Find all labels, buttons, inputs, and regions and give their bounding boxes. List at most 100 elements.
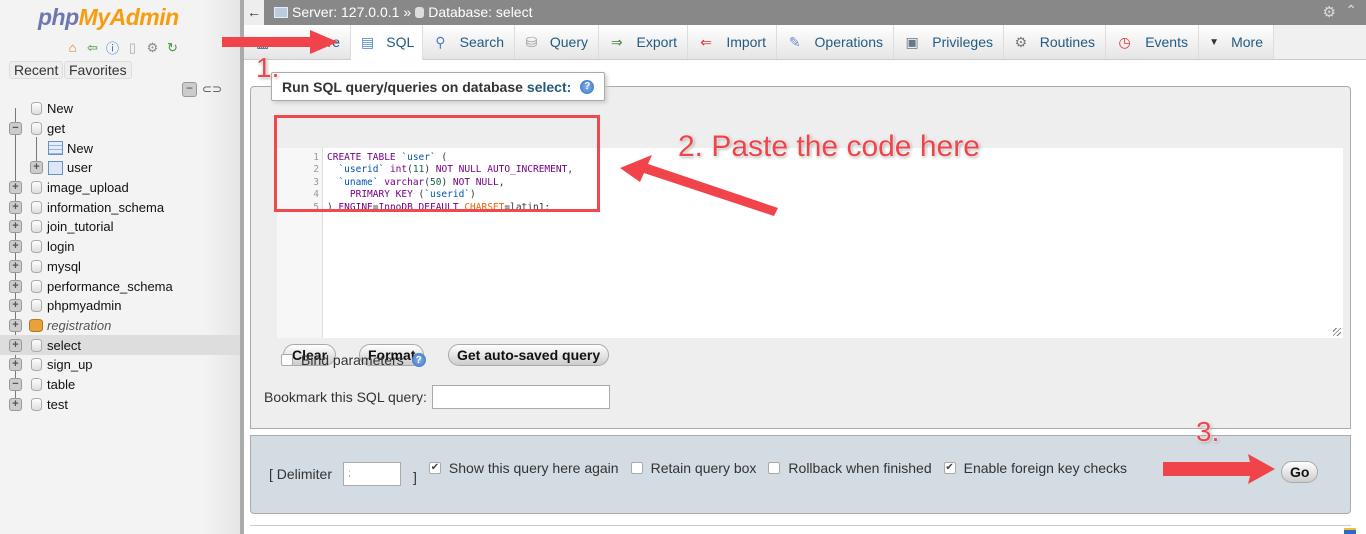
tree-item-label[interactable]: join_tutorial xyxy=(47,219,114,234)
option-label[interactable]: Rollback when finished xyxy=(788,460,931,476)
tree-item-new-table[interactable]: New xyxy=(0,138,240,158)
tree-item-phpmyadmin[interactable]: + phpmyadmin xyxy=(0,296,240,316)
expand-icon[interactable]: + xyxy=(9,318,22,332)
tree-item-label[interactable]: New xyxy=(67,141,93,156)
bookmark-row: Bookmark this SQL query: xyxy=(264,385,610,409)
tree-item-label[interactable]: test xyxy=(47,397,68,412)
expand-icon[interactable]: + xyxy=(9,299,22,313)
collapse-icon[interactable]: − xyxy=(9,377,22,391)
tree-item-login[interactable]: + login xyxy=(0,237,240,257)
docs-icon[interactable]: ▯ xyxy=(124,39,141,56)
tree-item-label[interactable]: sign_up xyxy=(47,357,93,372)
console-icon[interactable] xyxy=(1344,528,1356,534)
tab-label: Structure xyxy=(283,34,340,50)
rollback-checkbox[interactable] xyxy=(768,462,781,474)
help-icon[interactable]: ? xyxy=(580,79,595,94)
expand-icon[interactable]: + xyxy=(9,358,22,372)
clock-icon: ◷ xyxy=(1118,33,1131,50)
logout-icon[interactable]: ⇦ xyxy=(84,39,101,56)
legend-text: Run SQL query/queries on database xyxy=(282,78,523,95)
tree-item-join-tutorial[interactable]: + join_tutorial xyxy=(0,217,240,237)
legend-database-link[interactable]: select: xyxy=(527,79,571,95)
tab-sql[interactable]: ▤ SQL xyxy=(351,25,423,60)
show-query-checkbox[interactable]: ✔ xyxy=(428,462,441,474)
tree-item-label[interactable]: login xyxy=(47,239,74,254)
tab-events[interactable]: ◷ Events xyxy=(1106,25,1199,59)
tree-item-label[interactable]: phpmyadmin xyxy=(47,298,121,313)
tree-item-label[interactable]: get xyxy=(47,121,65,136)
expand-icon[interactable]: + xyxy=(9,397,22,411)
tab-more[interactable]: ▼ More xyxy=(1199,25,1274,59)
resize-handle[interactable] xyxy=(1333,328,1341,336)
collapse-sidebar-button[interactable]: ← xyxy=(244,0,264,25)
tab-search[interactable]: ⚲ Search xyxy=(423,25,515,59)
help-icon[interactable]: ? xyxy=(411,353,426,367)
tab-import[interactable]: ⇐ Import xyxy=(688,25,777,59)
expand-icon[interactable]: + xyxy=(9,200,22,214)
tree-item-image-upload[interactable]: + image_upload xyxy=(0,178,240,198)
expand-icon[interactable]: + xyxy=(9,279,22,293)
collapse-icon[interactable]: − xyxy=(9,122,22,136)
expand-icon[interactable]: + xyxy=(9,220,22,234)
tab-operations[interactable]: ✎ Operations xyxy=(777,25,894,59)
home-icon[interactable]: ⌂ xyxy=(64,39,81,56)
new-database-icon xyxy=(31,102,42,116)
settings-icon[interactable]: ⚙ xyxy=(1323,3,1336,21)
reload-icon[interactable]: ↻ xyxy=(164,39,181,56)
help-icon[interactable]: ⓘ xyxy=(104,39,121,56)
bookmark-input[interactable] xyxy=(431,385,610,409)
foreign-key-checks-checkbox[interactable]: ✔ xyxy=(943,462,956,474)
expand-icon[interactable]: + xyxy=(9,240,22,254)
tree-item-label[interactable]: user xyxy=(67,160,92,175)
expand-icon[interactable]: + xyxy=(9,181,22,195)
bookmark-label: Bookmark this SQL query: xyxy=(264,389,427,405)
expand-icon[interactable]: + xyxy=(30,161,43,175)
tab-query[interactable]: ⛁ Query xyxy=(515,25,599,59)
expand-icon[interactable]: + xyxy=(9,338,22,352)
tree-item-label[interactable]: select xyxy=(47,338,81,353)
tab-routines[interactable]: ⚙ Routines xyxy=(1004,25,1106,59)
tree-item-label[interactable]: table xyxy=(47,377,75,392)
settings-icon[interactable]: ⚙ xyxy=(144,39,161,56)
retain-query-box-checkbox[interactable] xyxy=(630,462,643,474)
tree-item-performance-schema[interactable]: + performance_schema xyxy=(0,276,240,296)
phpmyadmin-logo[interactable]: phpMyAdmin xyxy=(38,4,179,31)
collapse-all-icon[interactable]: − xyxy=(182,82,197,97)
tree-item-sign-up[interactable]: + sign_up xyxy=(0,355,240,375)
tree-item-registration[interactable]: + registration xyxy=(0,316,240,336)
tree-item-get[interactable]: − get xyxy=(0,119,240,139)
go-button[interactable]: Go xyxy=(1281,461,1319,483)
breadcrumb-server[interactable]: Server: 127.0.0.1 xyxy=(292,4,399,20)
tab-label: Operations xyxy=(814,34,883,50)
option-label[interactable]: Retain query box xyxy=(651,460,757,476)
tab-privileges[interactable]: ▣ Privileges xyxy=(894,25,1004,59)
breadcrumb-database[interactable]: Database: select xyxy=(428,4,532,20)
tree-item-test[interactable]: + test xyxy=(0,394,240,414)
favorites-button[interactable]: Favorites xyxy=(64,61,132,79)
tree-item-new-database[interactable]: New xyxy=(0,99,240,119)
tab-export[interactable]: ⇒ Export xyxy=(599,25,688,59)
tree-item-table[interactable]: − table xyxy=(0,375,240,395)
tree-item-label[interactable]: information_schema xyxy=(47,200,164,215)
tree-item-label[interactable]: image_upload xyxy=(47,180,129,195)
option-label[interactable]: Enable foreign key checks xyxy=(964,460,1127,476)
tree-item-label[interactable]: New xyxy=(47,101,73,116)
link-with-main-icon[interactable]: ⊂⊃ xyxy=(202,82,222,96)
tab-label: Events xyxy=(1145,34,1188,50)
recent-button[interactable]: Recent xyxy=(9,61,64,79)
tree-item-label[interactable]: performance_schema xyxy=(47,279,173,294)
option-label[interactable]: Show this query here again xyxy=(449,460,619,476)
tree-item-label[interactable]: mysql xyxy=(47,259,81,274)
tree-item-select[interactable]: + select xyxy=(0,335,240,355)
tree-item-information-schema[interactable]: + information_schema xyxy=(0,197,240,217)
get-auto-saved-query-button[interactable]: Get auto-saved query xyxy=(448,344,610,366)
delimiter-input[interactable]: ; xyxy=(343,462,402,486)
import-icon: ⇐ xyxy=(700,33,713,50)
expand-icon[interactable]: + xyxy=(9,259,22,273)
tree-item-mysql[interactable]: + mysql xyxy=(0,257,240,277)
scroll-top-icon[interactable]: ⌃ xyxy=(1345,2,1357,19)
tree-item-label[interactable]: registration xyxy=(47,318,111,333)
bind-parameters-label[interactable]: Bind parameters xyxy=(301,352,404,368)
bind-parameters-checkbox[interactable] xyxy=(281,354,293,366)
tree-item-user-table[interactable]: + user xyxy=(0,158,240,178)
